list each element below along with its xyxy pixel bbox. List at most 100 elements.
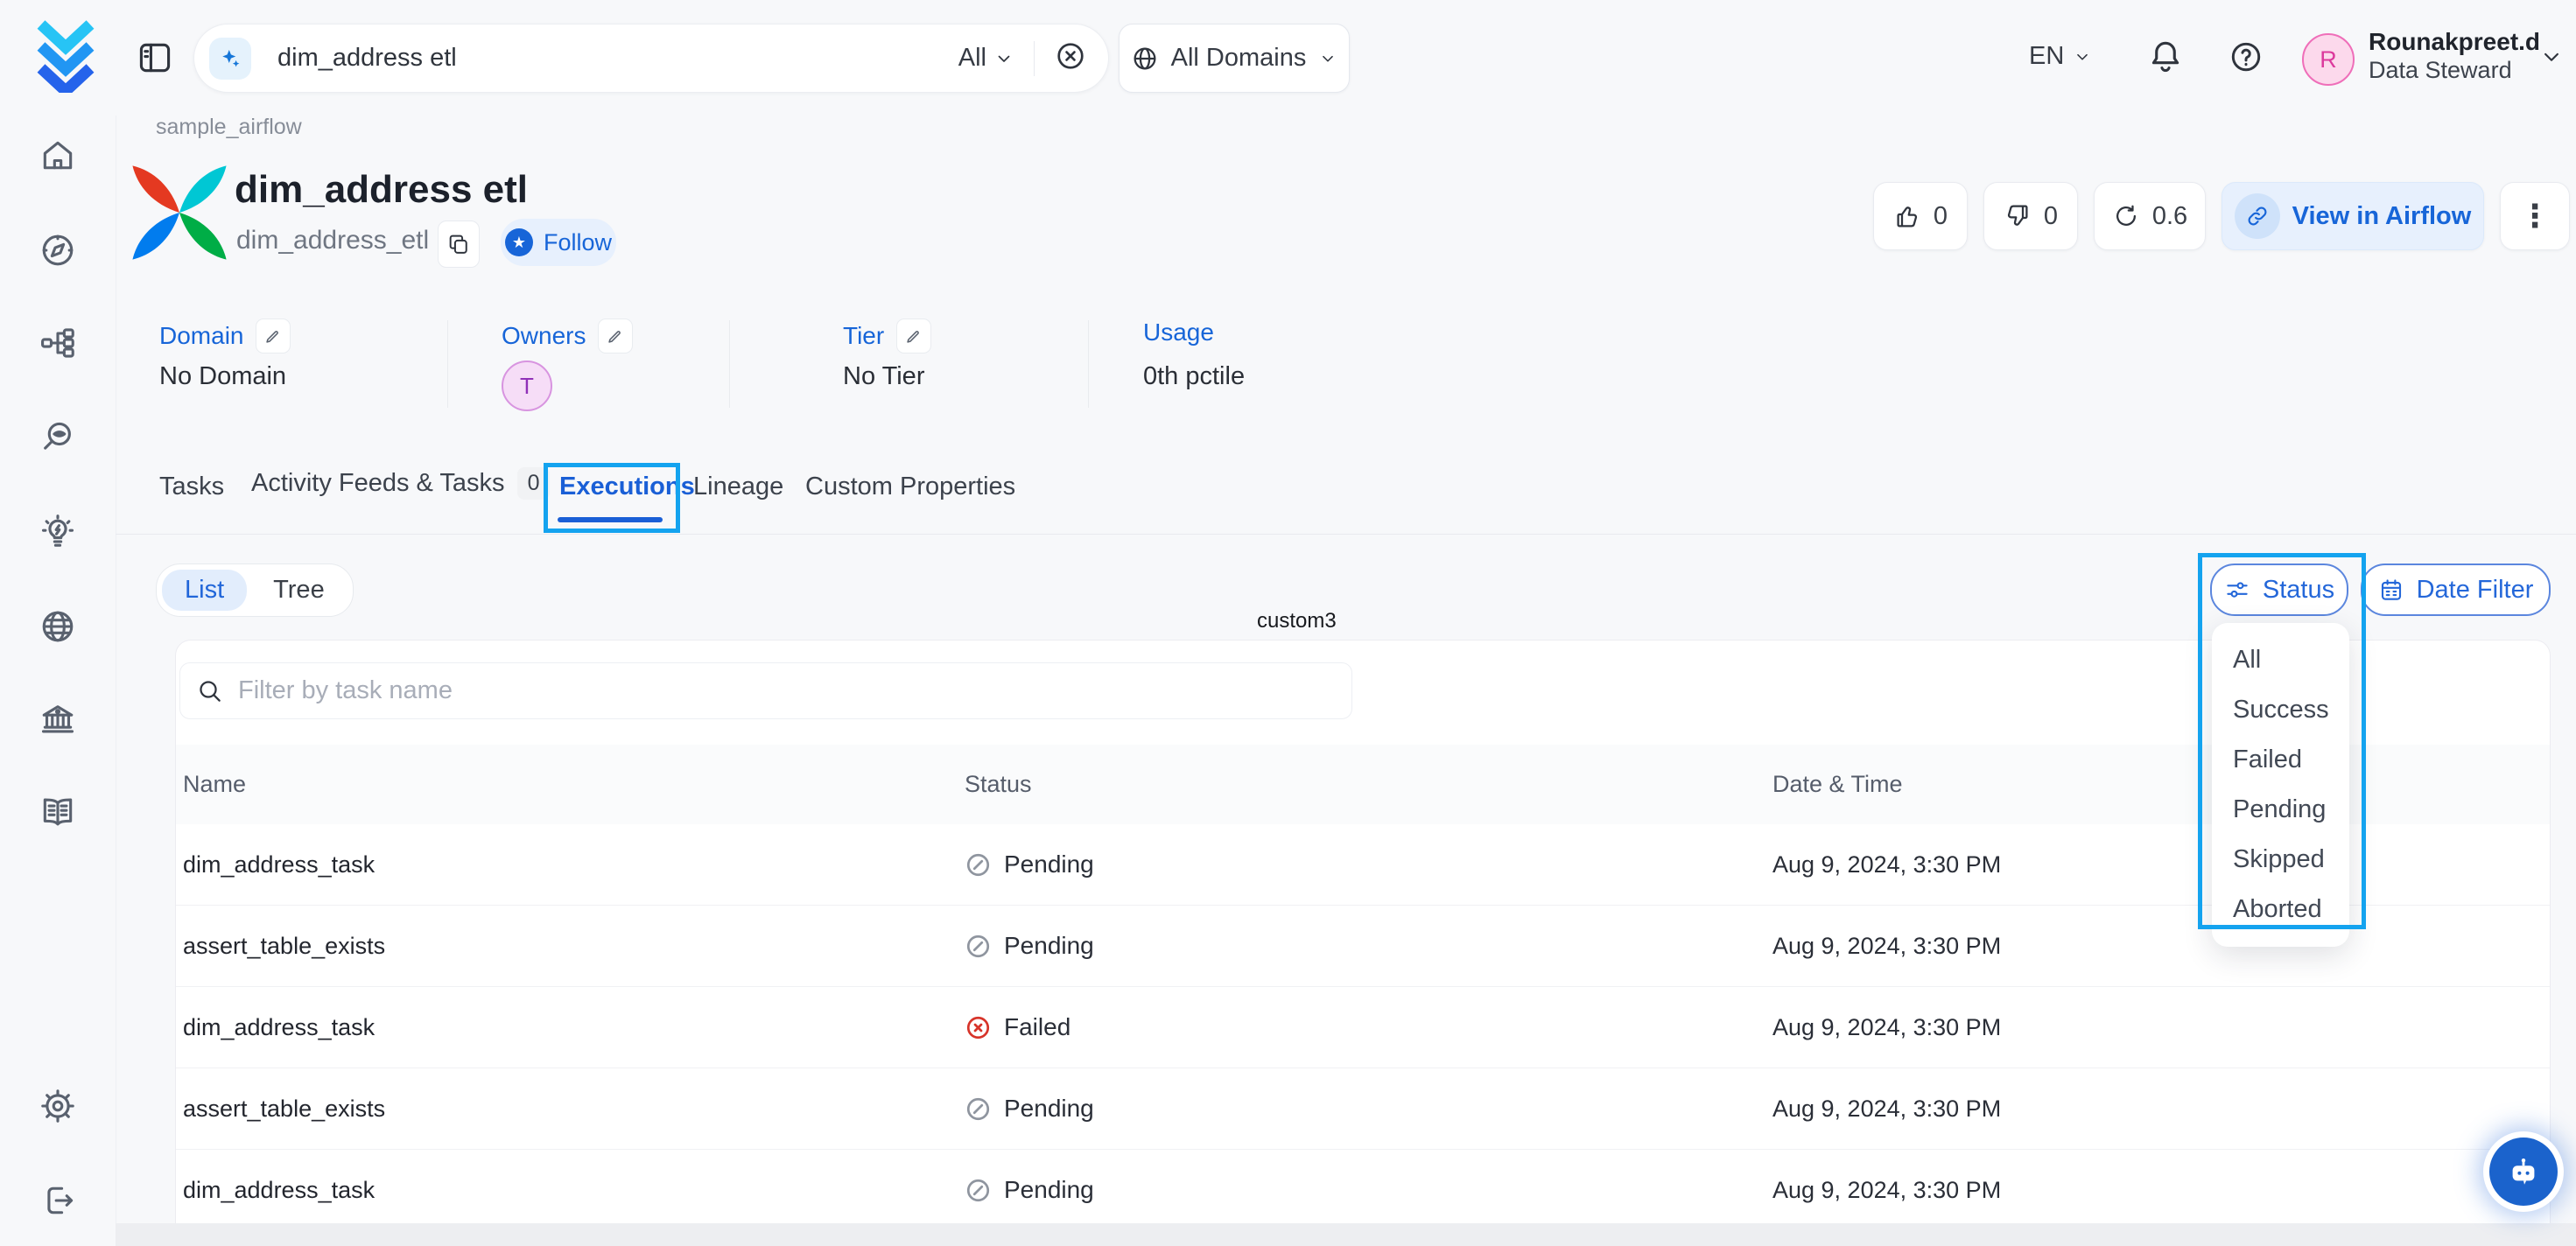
all-domains-label: All Domains — [1171, 44, 1307, 73]
view-in-airflow-button[interactable]: View in Airflow — [2222, 182, 2484, 250]
table-row[interactable]: dim_address_task Failed Aug 9, 2024, 3:3… — [176, 987, 2550, 1068]
status-filter-button[interactable]: Status — [2210, 564, 2348, 616]
clear-search-icon[interactable] — [1054, 39, 1087, 77]
avatar-initial: R — [2320, 46, 2337, 74]
sliders-icon — [2224, 577, 2250, 603]
status-text: Failed — [1004, 1013, 1070, 1041]
sidebar-item-glossary[interactable] — [39, 793, 77, 831]
task-name-cell[interactable]: dim_address_task — [176, 851, 965, 878]
date-filter-label: Date Filter — [2417, 576, 2534, 605]
tier-value: No Tier — [843, 362, 924, 391]
user-menu-chevron-icon[interactable] — [2538, 44, 2565, 70]
breadcrumb[interactable]: sample_airflow — [156, 115, 302, 140]
task-name-cell[interactable]: dim_address_task — [176, 1177, 965, 1204]
datetime-cell: Aug 9, 2024, 3:30 PM — [1772, 933, 2550, 960]
sidebar-item-domains[interactable] — [39, 607, 77, 646]
tree-view-toggle[interactable]: Tree — [250, 570, 347, 611]
column-header-datetime[interactable]: Date & Time — [1772, 771, 2550, 798]
table-row[interactable]: dim_address_task Pending Aug 9, 2024, 3:… — [176, 1150, 2550, 1224]
sparkle-icon — [209, 38, 251, 80]
tab-lineage[interactable]: Lineage — [693, 472, 783, 501]
sidebar-toggle-icon[interactable] — [136, 38, 174, 77]
sidebar-item-logout[interactable] — [39, 1181, 77, 1220]
copy-name-icon[interactable] — [438, 220, 480, 268]
sidebar-item-observability[interactable] — [39, 418, 77, 457]
help-icon[interactable] — [2228, 38, 2264, 80]
calendar-icon — [2378, 577, 2404, 603]
column-header-status[interactable]: Status — [965, 771, 1772, 798]
tab-custom-properties[interactable]: Custom Properties — [805, 472, 1015, 501]
global-search-bar[interactable]: All — [193, 24, 1109, 93]
table-row[interactable]: dim_address_task Pending Aug 9, 2024, 3:… — [176, 824, 2550, 906]
status-text: Pending — [1004, 1176, 1094, 1204]
date-filter-button[interactable]: Date Filter — [2361, 564, 2551, 616]
status-option-success[interactable]: Success — [2212, 685, 2349, 735]
task-filter-input[interactable] — [236, 676, 1351, 706]
status-cell: Pending — [965, 1176, 1772, 1204]
page-subtitle: dim_address_etl — [236, 226, 429, 256]
task-name-cell[interactable]: dim_address_task — [176, 1014, 965, 1041]
task-filter-field[interactable] — [179, 662, 1352, 719]
search-input[interactable] — [276, 43, 958, 74]
sidebar-item-data-flow[interactable] — [39, 324, 77, 362]
usage-label: Usage — [1143, 318, 1214, 346]
view-toggle: List Tree — [156, 564, 354, 617]
datetime-cell: Aug 9, 2024, 3:30 PM — [1772, 1096, 2550, 1123]
tab-executions[interactable]: Executions — [559, 472, 695, 501]
version-button[interactable]: 0.6 — [2094, 182, 2206, 250]
thumbs-down-icon — [2004, 202, 2032, 230]
status-option-all[interactable]: All — [2212, 635, 2349, 685]
sidebar-item-governance[interactable] — [39, 700, 77, 738]
tab-activity-feeds[interactable]: Activity Feeds & Tasks 0 — [251, 467, 550, 500]
edit-domain-icon[interactable] — [256, 318, 291, 354]
tier-label: Tier — [843, 322, 884, 350]
failed-status-icon — [965, 1014, 992, 1041]
chat-bot-button[interactable] — [2489, 1138, 2558, 1206]
edit-owners-icon[interactable] — [598, 318, 633, 354]
globe-icon — [1131, 45, 1159, 73]
status-option-aborted[interactable]: Aborted — [2212, 885, 2349, 934]
status-filter-label: Status — [2263, 576, 2334, 605]
chevron-down-icon — [993, 48, 1014, 69]
status-option-pending[interactable]: Pending — [2212, 785, 2349, 835]
language-selector[interactable]: EN — [2029, 42, 2092, 71]
more-actions-button[interactable]: ⋮ — [2500, 182, 2570, 250]
pending-status-icon — [965, 1177, 992, 1204]
task-name-cell[interactable]: assert_table_exists — [176, 1096, 965, 1123]
column-header-name[interactable]: Name — [176, 771, 965, 798]
upvote-button[interactable]: 0 — [1873, 182, 1968, 250]
notifications-bell-icon[interactable] — [2146, 37, 2185, 80]
task-name-cell[interactable]: assert_table_exists — [176, 933, 965, 960]
all-domains-selector[interactable]: All Domains — [1119, 24, 1350, 93]
search-scope-dropdown[interactable]: All — [958, 44, 1014, 73]
sidebar-item-insights[interactable] — [39, 513, 77, 551]
user-avatar[interactable]: R — [2302, 33, 2355, 86]
user-role: Data Steward — [2369, 56, 2540, 84]
sidebar-item-home[interactable] — [39, 136, 77, 175]
user-name: Rounakpreet.d — [2369, 28, 2540, 56]
status-option-failed[interactable]: Failed — [2212, 735, 2349, 785]
datetime-cell: Aug 9, 2024, 3:30 PM — [1772, 1014, 2550, 1041]
owner-avatar[interactable]: T — [502, 360, 552, 411]
table-row[interactable]: assert_table_exists Pending Aug 9, 2024,… — [176, 906, 2550, 987]
status-option-skipped[interactable]: Skipped — [2212, 835, 2349, 885]
status-filter-dropdown: AllSuccessFailedPendingSkippedAborted — [2212, 623, 2349, 947]
openmetadata-logo-icon[interactable] — [32, 19, 100, 93]
downvote-button[interactable]: 0 — [1983, 182, 2078, 250]
version-history-icon — [2112, 202, 2140, 230]
sidebar-item-settings[interactable] — [39, 1087, 77, 1125]
meta-divider — [729, 320, 730, 408]
tab-tasks[interactable]: Tasks — [159, 472, 224, 501]
executions-card: Name Status Date & Time dim_address_task… — [175, 640, 2551, 1224]
sidebar-item-explore[interactable] — [39, 231, 77, 270]
left-sidebar — [0, 116, 116, 1246]
status-cell: Pending — [965, 850, 1772, 878]
chevron-down-icon — [1318, 49, 1337, 68]
table-row[interactable]: assert_table_exists Pending Aug 9, 2024,… — [176, 1068, 2550, 1150]
user-menu[interactable]: Rounakpreet.d Data Steward — [2369, 28, 2540, 84]
list-view-toggle[interactable]: List — [162, 570, 247, 611]
edit-tier-icon[interactable] — [896, 318, 931, 354]
datetime-cell: Aug 9, 2024, 3:30 PM — [1772, 1177, 2550, 1204]
status-text: Pending — [1004, 1095, 1094, 1123]
follow-button[interactable]: ★ Follow — [501, 219, 616, 266]
